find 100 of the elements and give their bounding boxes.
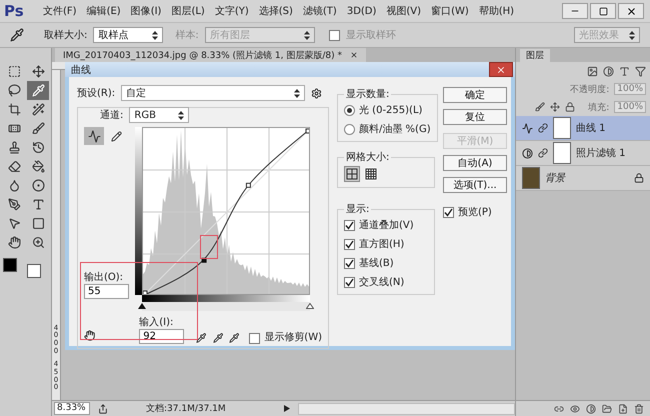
settings-icon[interactable] xyxy=(311,88,322,98)
mask-thumbnail xyxy=(553,142,571,164)
menu-item[interactable]: 滤镜(T) xyxy=(298,4,342,18)
contrast-icon[interactable] xyxy=(603,66,614,76)
lasso-icon xyxy=(8,84,20,97)
dialog-button[interactable]: 复位 xyxy=(443,109,507,125)
menu-item[interactable]: 帮助(H) xyxy=(474,4,520,18)
dropdown-arrow-icon xyxy=(152,30,158,40)
radio-label: 颜料/油墨 %(G) xyxy=(359,122,431,136)
eyedropper-icon[interactable] xyxy=(10,28,24,42)
curve-icon xyxy=(88,130,100,142)
dropdown-arrow-icon xyxy=(304,30,310,40)
option-label: 取样大小: xyxy=(44,28,88,42)
scrollbar[interactable] xyxy=(298,402,515,414)
bandage-icon xyxy=(8,122,20,135)
dialog-button[interactable]: 自动(A) xyxy=(443,155,507,171)
radio-label: 光 (0-255)(L) xyxy=(359,104,422,117)
checkbox[interactable] xyxy=(344,276,355,288)
radio-button[interactable] xyxy=(344,104,355,116)
move-icon[interactable] xyxy=(550,102,560,112)
checkbox-label: 显示取样环 xyxy=(346,28,396,42)
play-icon[interactable] xyxy=(284,405,290,412)
opacity-label: 不透明度: xyxy=(570,84,610,96)
menu-item[interactable]: 编辑(E) xyxy=(82,4,126,18)
menu-item[interactable]: 图像(I) xyxy=(126,4,166,18)
dropdown-arrow-icon xyxy=(178,110,184,120)
hand-icon[interactable] xyxy=(84,329,96,342)
dialog-button[interactable]: 确定 xyxy=(443,87,507,103)
preset-dropdown[interactable]: 自定 xyxy=(121,85,306,101)
app-logo: Ps xyxy=(4,2,25,20)
layer-name: 曲线 1 xyxy=(576,122,607,135)
zoom-field[interactable]: 8.33% xyxy=(54,402,90,415)
output-label: 输出(O): xyxy=(84,272,124,283)
type-icon xyxy=(32,198,44,211)
close-icon xyxy=(496,64,506,74)
droplet-icon xyxy=(8,179,20,192)
eyedropper-icon[interactable] xyxy=(228,332,240,344)
dialog-button[interactable]: 选项(T)... xyxy=(443,177,507,193)
eyedropper-tool-button[interactable] xyxy=(27,81,49,100)
channel-dropdown[interactable]: RGB xyxy=(129,107,190,123)
pen-icon xyxy=(8,198,20,211)
sample-size-dropdown[interactable]: 取样点 xyxy=(93,27,164,43)
menu-item[interactable]: 3D(D) xyxy=(342,6,382,16)
link-icon xyxy=(538,123,548,133)
type-icon[interactable] xyxy=(619,66,630,76)
selected-curve-point[interactable] xyxy=(202,258,207,263)
highlight-slider-handle[interactable] xyxy=(306,303,314,309)
menu-item[interactable]: 窗口(W) xyxy=(426,4,474,18)
contrast-icon[interactable] xyxy=(586,404,596,414)
channel-label: 通道: xyxy=(100,108,124,122)
filter-icon[interactable] xyxy=(635,66,646,76)
circle-icon xyxy=(32,179,44,192)
radio-button[interactable] xyxy=(344,124,355,134)
layer-row[interactable]: 照片滤镜 1 xyxy=(516,141,650,166)
menu-item[interactable]: 图层(L) xyxy=(166,4,210,18)
close-icon[interactable] xyxy=(350,51,358,59)
checkbox[interactable] xyxy=(443,206,454,218)
new-layer-icon[interactable] xyxy=(618,404,628,414)
checkbox[interactable] xyxy=(344,258,355,268)
document-tab[interactable]: IMG_20170403_112034.jpg @ 8.33% (照片滤镜 1, 图层蒙版/8) * xyxy=(55,48,366,62)
dropdown-arrow-icon xyxy=(294,88,300,98)
group-title: 网格大小: xyxy=(345,150,390,164)
close-button[interactable] xyxy=(618,3,644,19)
menu-item[interactable]: 视图(V) xyxy=(381,4,426,18)
grid-size-button[interactable] xyxy=(363,166,379,182)
maximize-icon xyxy=(598,6,608,16)
panel-tab[interactable]: 图层 xyxy=(520,49,550,62)
input-field[interactable]: 92 xyxy=(139,329,184,344)
shadow-slider-handle[interactable] xyxy=(138,303,146,309)
checkbox-label: 直方图(H) xyxy=(359,238,404,251)
link-icon[interactable] xyxy=(554,404,564,414)
eyedropper-icon[interactable] xyxy=(196,332,207,344)
brush-icon[interactable] xyxy=(535,102,546,112)
mask-thumbnail xyxy=(553,117,571,139)
checkbox[interactable] xyxy=(344,238,355,250)
share-icon[interactable] xyxy=(98,404,108,414)
image-icon[interactable] xyxy=(587,66,598,76)
background-color-swatch[interactable] xyxy=(27,264,41,278)
menu-item[interactable]: 选择(S) xyxy=(254,4,298,18)
checkbox[interactable] xyxy=(344,220,355,230)
curve-point[interactable] xyxy=(306,128,310,134)
grid-size-button[interactable] xyxy=(344,166,360,182)
foreground-color-swatch[interactable] xyxy=(3,258,17,272)
highlight-frame xyxy=(200,235,218,259)
menu-item[interactable]: 文件(F) xyxy=(38,4,82,18)
menu-item[interactable]: 文字(Y) xyxy=(210,4,254,18)
checkbox[interactable] xyxy=(328,30,340,40)
photo-placeholder xyxy=(522,167,540,189)
curve-adjustment-icon xyxy=(522,122,533,134)
folder-icon[interactable] xyxy=(602,404,612,414)
checkbox[interactable] xyxy=(249,333,260,344)
eyedropper-icon[interactable] xyxy=(212,332,223,344)
maximize-button[interactable] xyxy=(590,3,616,19)
eye-icon[interactable] xyxy=(570,404,580,414)
curve-point[interactable] xyxy=(246,182,251,188)
curve-tool-button[interactable] xyxy=(84,127,104,145)
lock-icon[interactable] xyxy=(565,102,576,112)
layer-row[interactable]: 曲线 1 xyxy=(516,116,650,141)
trash-icon[interactable] xyxy=(634,404,644,414)
output-field[interactable]: 55 xyxy=(84,284,129,299)
